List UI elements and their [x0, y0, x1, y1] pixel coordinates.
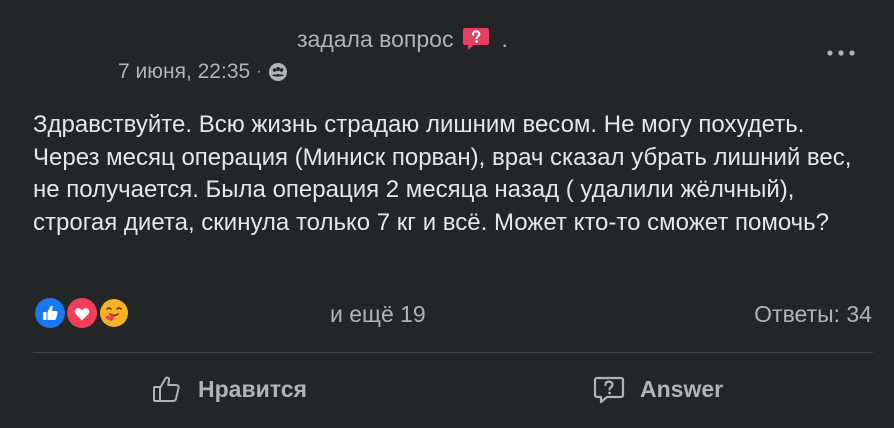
more-horizontal-icon — [827, 50, 855, 56]
post-body-text: Здравствуйте. Всю жизнь страдаю лишним в… — [33, 111, 852, 236]
like-reaction-icon — [33, 296, 67, 330]
care-reaction-icon — [97, 296, 131, 330]
actions-divider — [33, 352, 873, 353]
love-reaction-icon — [65, 296, 99, 330]
question-bubble-outline-icon — [592, 372, 626, 406]
question-post: задала вопрос . 7 июня, 22:35 · Здравств… — [0, 0, 894, 428]
post-header: задала вопрос . 7 июня, 22:35 · — [0, 0, 894, 100]
more-options-button[interactable] — [824, 44, 858, 62]
reaction-icons[interactable] — [33, 296, 133, 334]
group-privacy-icon — [268, 62, 288, 82]
like-button[interactable]: Нравится — [150, 360, 307, 418]
meta-separator: · — [256, 63, 262, 80]
question-bubble-icon — [461, 24, 491, 54]
answers-count-link[interactable]: Ответы: 34 — [754, 301, 872, 328]
answer-button-label: Answer — [640, 375, 724, 402]
thumbs-up-icon — [150, 372, 184, 406]
post-timestamp[interactable]: 7 июня, 22:35 — [118, 60, 250, 84]
post-action-line: задала вопрос . — [297, 24, 508, 54]
reactions-row: и ещё 19 Ответы: 34 — [0, 293, 894, 337]
like-button-label: Нравится — [198, 375, 307, 402]
header-trailing-dot: . — [501, 25, 508, 52]
answer-button[interactable]: Answer — [592, 360, 723, 418]
post-meta: 7 июня, 22:35 · — [118, 60, 288, 84]
post-actions: Нравится Answer — [0, 360, 894, 420]
post-action-text: задала вопрос — [297, 25, 454, 52]
reactions-more-link[interactable]: и ещё 19 — [330, 301, 426, 328]
